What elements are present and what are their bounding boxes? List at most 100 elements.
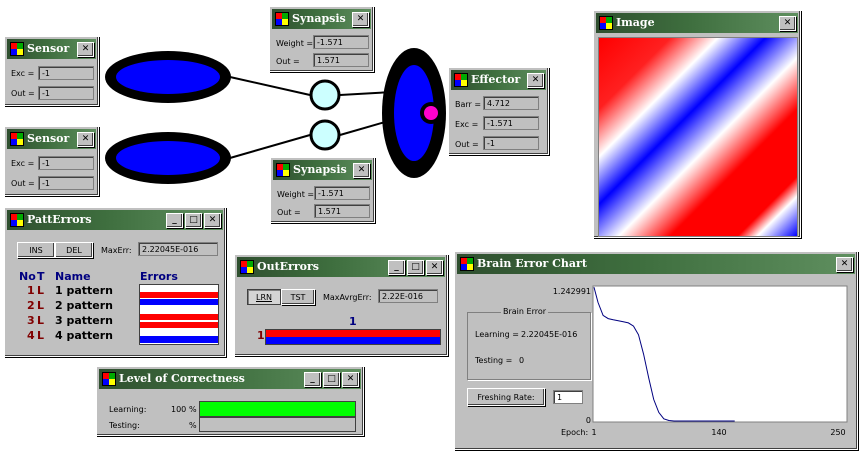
maximize-icon[interactable]: □ [407, 260, 424, 275]
synapsis-node-1[interactable] [309, 79, 341, 111]
out-label: Out = [276, 57, 300, 66]
title-bar[interactable]: Level of Correctness _ □ ✕ [99, 369, 361, 389]
barr-label: Barr = [455, 100, 482, 109]
close-icon[interactable]: ✕ [77, 132, 94, 147]
title-bar[interactable]: Brain Error Chart ✕ [457, 254, 855, 274]
tst-button[interactable]: TST [281, 289, 315, 305]
exc-value: -1 [38, 66, 94, 80]
connection-line [229, 134, 311, 159]
title-bar[interactable]: PattErrors _ □ ✕ [7, 210, 223, 230]
out-value: 1.571 [313, 53, 369, 67]
close-icon[interactable]: ✕ [527, 73, 544, 88]
title-bar[interactable]: Image ✕ [596, 13, 798, 33]
window-title: Synapsis [293, 163, 347, 176]
out-value: -1 [38, 86, 94, 100]
close-icon[interactable]: ✕ [204, 213, 221, 228]
exc-label: Exc = [455, 120, 479, 129]
output-image [598, 37, 798, 237]
row-name: 1 pattern [55, 284, 114, 297]
ins-button[interactable]: INS [17, 242, 55, 258]
maxavrg-label: MaxAvrgErr: [323, 293, 372, 302]
sensor-window-1[interactable]: Sensor ✕ Exc = -1 Out = -1 [4, 36, 99, 106]
brain-error-chart-window[interactable]: Brain Error Chart ✕ Brain Error Learning… [454, 251, 858, 450]
synapsis-window-1[interactable]: Synapsis ✕ Weight = -1.571 Out = 1.571 [269, 6, 374, 72]
out-label: Out = [11, 179, 35, 188]
testing-label: Testing = [475, 356, 513, 365]
maximize-icon[interactable]: □ [323, 372, 340, 387]
exc-label: Exc = [11, 159, 35, 168]
testing-percent-sign: % [189, 421, 197, 430]
learning-percent-sign: % [189, 405, 197, 414]
title-bar[interactable]: OutErrors _ □ ✕ [237, 257, 445, 277]
window-title: Synapsis [292, 12, 346, 25]
window-title: PattErrors [27, 213, 92, 226]
row-name: 4 pattern [55, 329, 114, 342]
correctness-window[interactable]: Level of Correctness _ □ ✕ Learning: 100… [96, 366, 364, 436]
learning-percent: 100 [171, 405, 187, 414]
close-icon[interactable]: ✕ [836, 257, 853, 272]
title-bar[interactable]: Sensor ✕ [7, 129, 96, 149]
barr-value: 4.712 [483, 96, 539, 110]
x-tick: 140 [711, 428, 726, 437]
close-icon[interactable]: ✕ [352, 12, 369, 27]
testing-level-bar [199, 417, 356, 432]
effector-window[interactable]: Effector ✕ Barr = 4.712 Exc = -1.571 Out… [448, 67, 549, 155]
learning-level-bar [199, 401, 356, 417]
maxavrg-value: 2.22E-016 [378, 289, 438, 303]
close-icon[interactable]: ✕ [426, 260, 443, 275]
row-t: L [37, 284, 45, 297]
title-bar[interactable]: Sensor ✕ [7, 39, 96, 59]
effector-output-inner [424, 106, 438, 120]
close-icon[interactable]: ✕ [77, 42, 94, 57]
app-icon [10, 42, 24, 56]
minimize-icon[interactable]: _ [388, 260, 405, 275]
app-icon [10, 132, 24, 146]
sensor-node-2-inner [116, 141, 220, 175]
exc-value: -1 [38, 156, 94, 170]
close-icon[interactable]: ✕ [342, 372, 359, 387]
app-icon [460, 257, 474, 271]
app-icon [102, 372, 116, 386]
row-no: 2 [27, 299, 35, 312]
row-no: 3 [27, 314, 35, 327]
testing-label: Testing: [109, 421, 140, 430]
out-label: Out = [11, 89, 35, 98]
window-title: Brain Error Chart [477, 257, 587, 270]
del-button[interactable]: DEL [55, 242, 93, 258]
title-bar[interactable]: Effector ✕ [451, 70, 546, 90]
maximize-icon[interactable]: □ [185, 213, 202, 228]
learning-label: Learning = [475, 330, 519, 339]
close-icon[interactable]: ✕ [779, 16, 796, 31]
error-chart: 1.242991 0 Epoch: 1 140 250 [553, 285, 848, 437]
row-name: 2 pattern [55, 299, 114, 312]
y-tick-max: 1.242991 [553, 287, 591, 296]
col-t: T [37, 270, 45, 283]
synapsis-window-2[interactable]: Synapsis ✕ Weight = -1.571 Out = 1.571 [270, 157, 375, 223]
out-value: -1 [483, 136, 539, 150]
y-tick-min: 0 [586, 416, 591, 425]
outerrors-window[interactable]: OutErrors _ □ ✕ LRN TST MaxAvrgErr: 2.22… [234, 254, 448, 356]
sensor-window-2[interactable]: Sensor ✕ Exc = -1 Out = -1 [4, 126, 99, 196]
row-t: L [37, 329, 45, 342]
row-no: 4 [27, 329, 35, 342]
lrn-button[interactable]: LRN [247, 289, 281, 305]
x-tick: 250 [830, 428, 845, 437]
learning-level-fill [200, 402, 355, 416]
close-icon[interactable]: ✕ [353, 163, 370, 178]
title-bar[interactable]: Synapsis ✕ [273, 160, 372, 180]
minimize-icon[interactable]: _ [166, 213, 183, 228]
freshing-rate-button[interactable]: Freshing Rate: [467, 388, 545, 406]
patterrors-window[interactable]: PattErrors _ □ ✕ INS DEL MaxErr: 2.22045… [4, 207, 226, 357]
synapsis-node-2[interactable] [309, 119, 341, 151]
exc-value: -1.571 [483, 116, 539, 130]
weight-label: Weight = [277, 190, 315, 199]
row-t: L [37, 314, 45, 327]
app-icon [276, 163, 290, 177]
row-no: 1 [27, 284, 35, 297]
out-value: 1.571 [314, 204, 370, 218]
window-title: Sensor [27, 42, 70, 55]
col-errors: Errors [140, 270, 178, 283]
title-bar[interactable]: Synapsis ✕ [272, 9, 371, 29]
minimize-icon[interactable]: _ [304, 372, 321, 387]
image-window[interactable]: Image ✕ [593, 10, 801, 238]
